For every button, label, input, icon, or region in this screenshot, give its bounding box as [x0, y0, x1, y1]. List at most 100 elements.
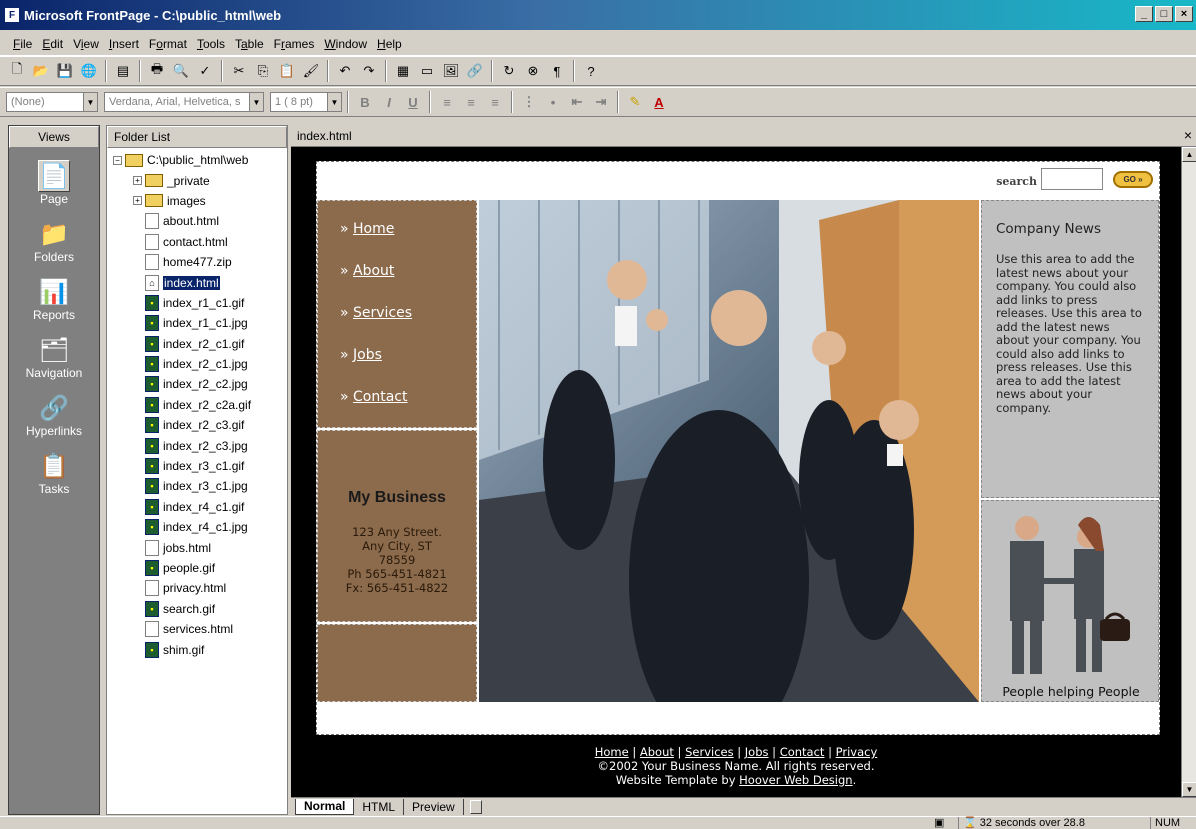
copy-icon[interactable]: ⎘: [252, 60, 274, 82]
tree-file[interactable]: about.html: [107, 211, 287, 231]
view-reports[interactable]: 📊 Reports: [9, 276, 99, 323]
align-left-icon[interactable]: ≡: [436, 91, 458, 113]
tree-file[interactable]: jobs.html: [107, 537, 287, 557]
highlight-icon[interactable]: ✎: [624, 91, 646, 113]
font-color-icon[interactable]: A: [648, 91, 670, 113]
redo-icon[interactable]: ↷: [358, 60, 380, 82]
footer-link[interactable]: About: [640, 745, 674, 759]
tree-file[interactable]: services.html: [107, 619, 287, 639]
cut-icon[interactable]: ✂: [228, 60, 250, 82]
save-icon[interactable]: 💾: [54, 60, 76, 82]
align-right-icon[interactable]: ≡: [484, 91, 506, 113]
nav-link[interactable]: » Home: [340, 221, 394, 237]
nav-link[interactable]: » Services: [340, 305, 412, 321]
document-tab[interactable]: index.html ×: [291, 125, 1196, 147]
view-navigation[interactable]: 🗂 Navigation: [9, 334, 99, 381]
stop-icon[interactable]: ⊗: [522, 60, 544, 82]
close-document-icon[interactable]: ×: [1184, 127, 1192, 143]
paste-icon[interactable]: 📋: [276, 60, 298, 82]
frontpage-app-icon[interactable]: F: [4, 7, 20, 23]
scroll-up-icon[interactable]: ▲: [1182, 147, 1196, 162]
nav-link[interactable]: » Jobs: [340, 347, 382, 363]
insert-picture-icon[interactable]: 🖼: [440, 60, 462, 82]
menu-item[interactable]: Table: [230, 37, 269, 51]
credit-link[interactable]: Hoover Web Design: [739, 773, 852, 787]
tree-file[interactable]: ▪ shim.gif: [107, 639, 287, 659]
menu-item[interactable]: Frames: [269, 37, 320, 51]
print-icon[interactable]: 🖶: [146, 60, 168, 82]
collapse-icon[interactable]: −: [113, 155, 122, 165]
footer-link[interactable]: Home: [595, 745, 629, 759]
view-tab[interactable]: Normal: [295, 798, 355, 815]
nav-link[interactable]: » About: [340, 263, 394, 279]
footer-link[interactable]: Services: [685, 745, 734, 759]
menu-item[interactable]: Tools: [192, 37, 230, 51]
scroll-left-icon[interactable]: [469, 799, 482, 814]
tree-file[interactable]: ⌂ index.html: [107, 272, 287, 292]
footer-link[interactable]: Jobs: [745, 745, 769, 759]
underline-icon[interactable]: U: [402, 91, 424, 113]
bullets-icon[interactable]: •: [542, 91, 564, 113]
tree-file[interactable]: privacy.html: [107, 578, 287, 598]
tree-file[interactable]: ▪ index_r2_c2.jpg: [107, 374, 287, 394]
tree-file[interactable]: ▪ index_r3_c1.jpg: [107, 476, 287, 496]
vertical-scrollbar[interactable]: ▲ ▼: [1181, 147, 1196, 797]
folder-list-toggle-icon[interactable]: ▤: [112, 60, 134, 82]
decrease-indent-icon[interactable]: ⇤: [566, 91, 588, 113]
chevron-down-icon[interactable]: ▼: [249, 93, 263, 111]
insert-component-icon[interactable]: ▦: [392, 60, 414, 82]
tree-file[interactable]: ▪ index_r2_c2a.gif: [107, 395, 287, 415]
tree-root[interactable]: − C:\public_html\web: [107, 150, 287, 170]
tree-file[interactable]: ▪ index_r3_c1.gif: [107, 456, 287, 476]
hero-photo[interactable]: [479, 200, 979, 702]
insert-table-icon[interactable]: ▭: [416, 60, 438, 82]
new-page-icon[interactable]: 🗋: [6, 60, 28, 82]
expand-icon[interactable]: +: [133, 176, 142, 186]
go-button[interactable]: GO »: [1113, 171, 1153, 188]
tree-folder[interactable]: + images: [107, 191, 287, 211]
bold-icon[interactable]: B: [354, 91, 376, 113]
menu-item[interactable]: File: [8, 37, 37, 51]
view-tab[interactable]: Preview: [404, 798, 464, 815]
spelling-icon[interactable]: ✓: [194, 60, 216, 82]
undo-icon[interactable]: ↶: [334, 60, 356, 82]
tree-file[interactable]: ▪ index_r2_c1.jpg: [107, 354, 287, 374]
tree-file[interactable]: ▪ index_r4_c1.gif: [107, 497, 287, 517]
style-select[interactable]: (None) ▼: [6, 92, 98, 112]
tree-file[interactable]: ▪ index_r2_c3.gif: [107, 415, 287, 435]
menu-item[interactable]: Format: [144, 37, 192, 51]
numbering-icon[interactable]: ⋮: [518, 91, 540, 113]
view-page[interactable]: 📄 Page: [9, 160, 99, 206]
tree-file[interactable]: ▪ index_r2_c1.gif: [107, 334, 287, 354]
maximize-button[interactable]: □: [1155, 6, 1173, 22]
footer-link[interactable]: Privacy: [836, 745, 878, 759]
italic-icon[interactable]: I: [378, 91, 400, 113]
view-tab[interactable]: HTML: [354, 798, 405, 815]
font-size-select[interactable]: 1 ( 8 pt) ▼: [270, 92, 342, 112]
nav-link[interactable]: » Contact: [340, 389, 407, 405]
refresh-icon[interactable]: ↻: [498, 60, 520, 82]
tree-file[interactable]: ▪ index_r1_c1.gif: [107, 293, 287, 313]
font-select[interactable]: Verdana, Arial, Helvetica, s ▼: [104, 92, 264, 112]
view-tasks[interactable]: 📋 Tasks: [9, 450, 99, 497]
view-folders[interactable]: 📁 Folders: [9, 218, 99, 265]
help-icon[interactable]: ?: [580, 60, 602, 82]
search-input[interactable]: [1041, 168, 1103, 190]
chevron-down-icon[interactable]: ▼: [83, 93, 97, 111]
tree-folder[interactable]: + _private: [107, 170, 287, 190]
tree-file[interactable]: ▪ index_r1_c1.jpg: [107, 313, 287, 333]
menu-item[interactable]: View: [68, 37, 104, 51]
chevron-down-icon[interactable]: ▼: [327, 93, 341, 111]
hyperlink-icon[interactable]: 🔗: [464, 60, 486, 82]
show-all-icon[interactable]: ¶: [546, 60, 568, 82]
menu-item[interactable]: Window: [319, 37, 372, 51]
format-painter-icon[interactable]: 🖌: [300, 60, 322, 82]
tree-file[interactable]: ▪ index_r4_c1.jpg: [107, 517, 287, 537]
close-button[interactable]: ×: [1175, 6, 1193, 22]
open-folder-icon[interactable]: 📂: [30, 60, 52, 82]
minimize-button[interactable]: _: [1135, 6, 1153, 22]
view-hyperlinks[interactable]: 🔗 Hyperlinks: [9, 392, 99, 439]
menu-item[interactable]: Insert: [104, 37, 144, 51]
tree-file[interactable]: ▪ index_r2_c3.jpg: [107, 435, 287, 455]
tree-file[interactable]: contact.html: [107, 232, 287, 252]
